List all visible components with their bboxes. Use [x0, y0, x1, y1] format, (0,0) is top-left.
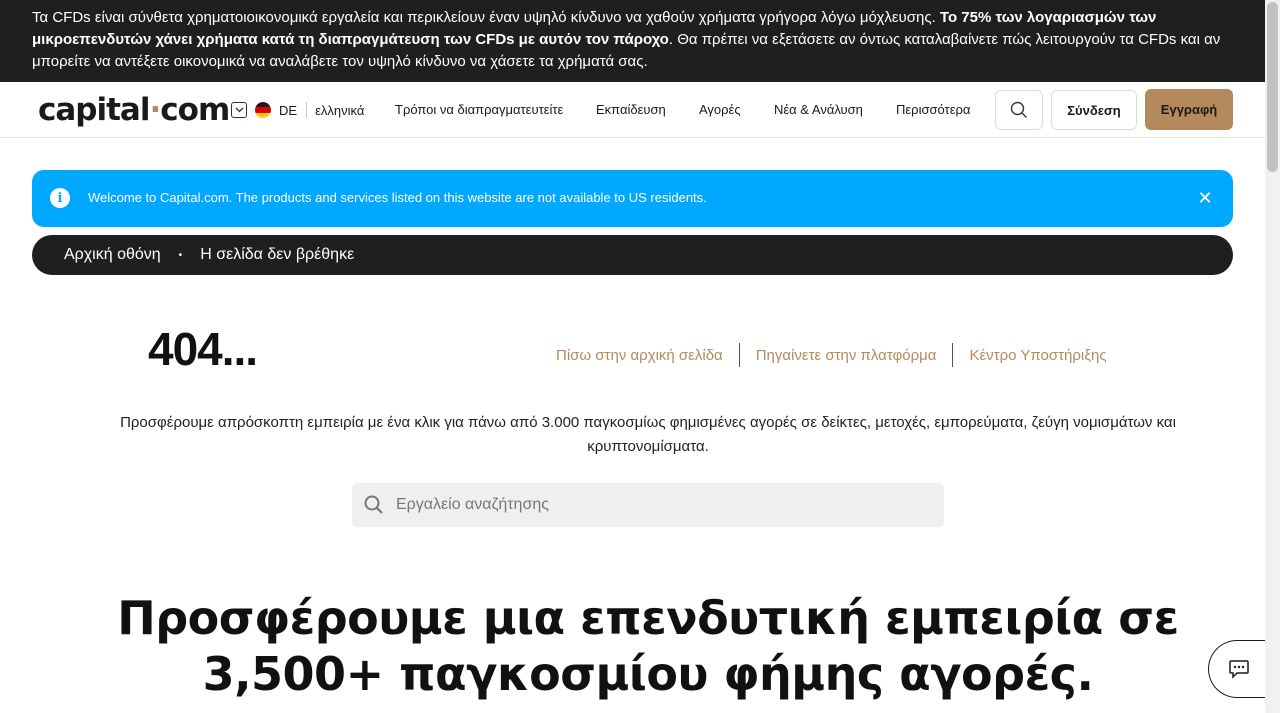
login-button[interactable]: Σύνδεση	[1051, 90, 1137, 130]
page-scrollbar[interactable]	[1265, 0, 1280, 713]
logo-dot: ·	[149, 92, 161, 128]
search-input[interactable]	[396, 483, 926, 527]
error-code: 404...	[148, 323, 258, 375]
info-icon: i	[50, 188, 70, 208]
risk-text-intro: Τα CFDs είναι σύνθετα χρηματοιοικονομικά…	[32, 9, 940, 26]
language-divider	[306, 102, 308, 118]
language-code: DE	[279, 102, 298, 118]
language-name: ελληνικά	[315, 102, 365, 118]
nav-ways-to-trade[interactable]: Τρόποι να διαπραγματευτείτε	[395, 102, 563, 117]
signup-button[interactable]: Εγγραφή	[1145, 89, 1233, 130]
breadcrumb: Αρχική οθόνη • Η σελίδα δεν βρέθηκε	[32, 235, 1233, 275]
nav-education[interactable]: Εκπαίδευση	[596, 102, 666, 117]
nav-more[interactable]: Περισσότερα	[896, 102, 970, 117]
market-search	[352, 483, 944, 527]
header-search-button[interactable]	[995, 90, 1043, 130]
chat-button[interactable]	[1208, 640, 1268, 698]
germany-flag-icon	[255, 102, 271, 118]
main-headline: Προσφέρουμε μια επενδυτική εμπειρία σε 3…	[117, 591, 1179, 701]
nav-markets[interactable]: Αγορές	[699, 102, 741, 117]
intro-paragraph: Προσφέρουμε απρόσκοπτη εμπειρία με ένα κ…	[120, 414, 1176, 455]
site-header: capital·com DE ελληνικά Τρόποι να διαπρα…	[0, 82, 1265, 138]
risk-warning-banner: Τα CFDs είναι σύνθετα χρηματοιοικονομικά…	[0, 0, 1265, 82]
error-links: Πίσω στην αρχική σελίδα Πηγαίνετε στην π…	[540, 343, 1123, 367]
notice-text: Welcome to Capital.com. The products and…	[88, 190, 707, 205]
breadcrumb-separator: •	[178, 249, 183, 261]
go-to-platform-link[interactable]: Πηγαίνετε στην πλατφόρμα	[740, 347, 953, 364]
back-home-link[interactable]: Πίσω στην αρχική σελίδα	[540, 347, 739, 364]
chat-icon	[1228, 660, 1249, 679]
language-selector[interactable]: DE ελληνικά	[231, 101, 364, 119]
breadcrumb-current: Η σελίδα δεν βρέθηκε	[200, 246, 355, 263]
capital-logo[interactable]: capital·com	[38, 92, 230, 128]
search-icon	[364, 495, 383, 514]
logo-text-left: capital	[38, 92, 150, 128]
us-residents-notice: i Welcome to Capital.com. The products a…	[32, 170, 1233, 227]
nav-news-analysis[interactable]: Νέα & Ανάλυση	[774, 102, 863, 117]
scrollbar-thumb[interactable]	[1267, 2, 1278, 172]
close-icon[interactable]: ✕	[1196, 188, 1214, 208]
support-center-link[interactable]: Κέντρο Υποστήριξης	[953, 347, 1122, 364]
logo-text-right: com	[160, 92, 230, 128]
chevron-down-icon	[231, 102, 247, 118]
search-icon	[1010, 101, 1027, 118]
breadcrumb-home[interactable]: Αρχική οθόνη	[64, 246, 161, 264]
